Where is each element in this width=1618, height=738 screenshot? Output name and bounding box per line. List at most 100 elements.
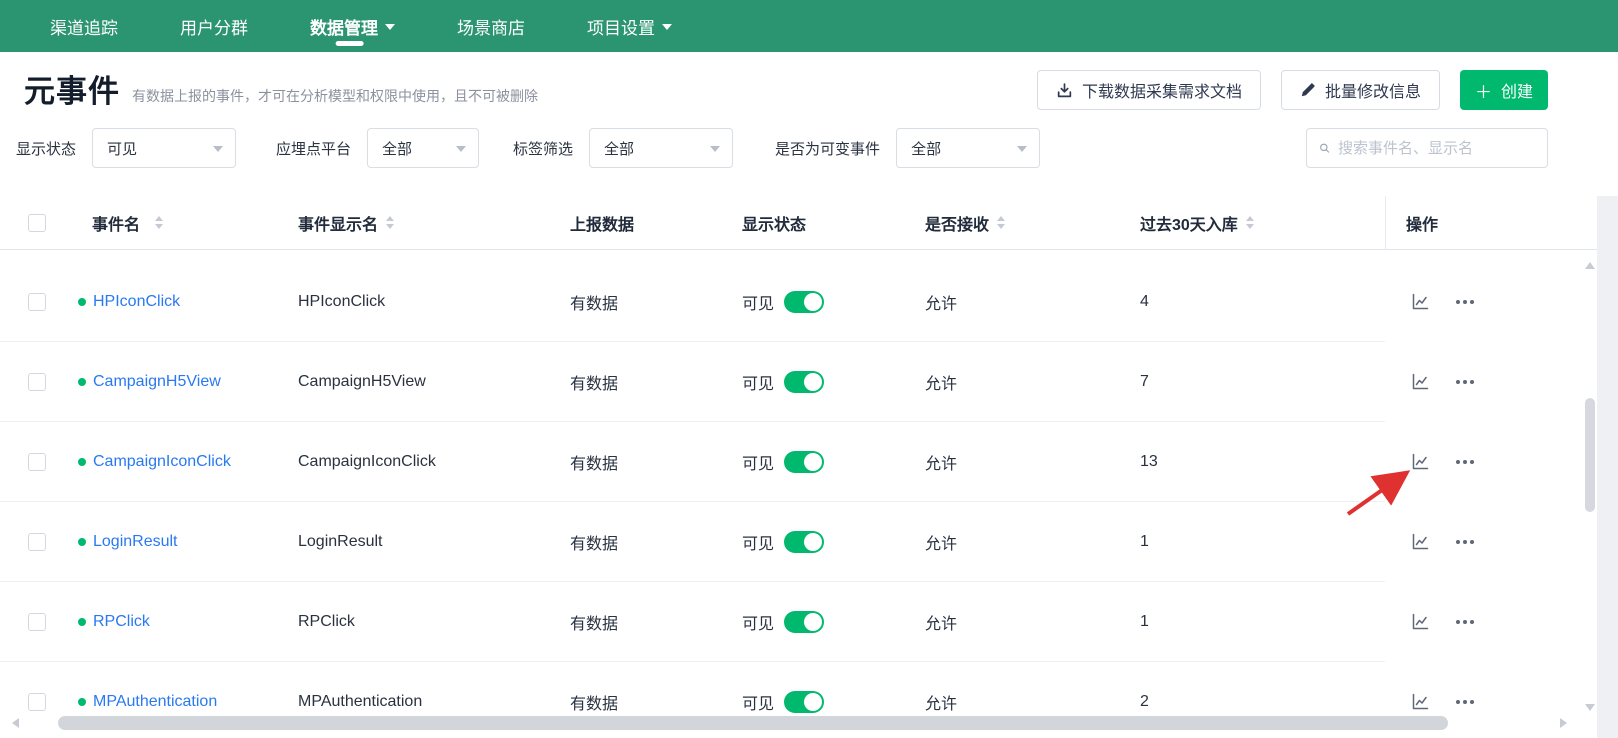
- header-last-30d: 过去30天入库: [1112, 196, 1385, 250]
- page-header: 元事件 有数据上报的事件，才可在分析模型和权限中使用，且不可被删除: [24, 66, 538, 111]
- download-doc-label: 下载数据采集需求文档: [1082, 78, 1242, 102]
- event-status-dot: [78, 298, 86, 306]
- event-name-link[interactable]: RPClick: [93, 613, 150, 631]
- more-actions-button[interactable]: [1454, 538, 1476, 546]
- mutable-event-value: 全部: [911, 138, 941, 159]
- ellipsis-icon: [1456, 540, 1474, 544]
- event-name-link[interactable]: HPIconClick: [93, 293, 180, 311]
- event-name-link[interactable]: CampaignIconClick: [93, 453, 231, 471]
- select-all-checkbox[interactable]: [28, 214, 46, 232]
- search-box: [1306, 128, 1548, 168]
- chart-action-button[interactable]: [1408, 450, 1432, 474]
- platform-select[interactable]: 全部: [367, 128, 479, 168]
- table-row: LoginResult LoginResult 有数据 可见 允许 1: [0, 502, 1597, 582]
- receive-value: 允许: [897, 582, 1112, 662]
- top-nav: 渠道追踪 用户分群 数据管理 场景商店 项目设置: [0, 0, 1618, 52]
- chart-action-button[interactable]: [1408, 530, 1432, 554]
- visibility-toggle[interactable]: [784, 371, 824, 393]
- nav-item-scene-store[interactable]: 场景商店: [457, 0, 525, 52]
- line-chart-icon: [1410, 612, 1430, 632]
- nav-item-user-segments[interactable]: 用户分群: [180, 0, 248, 52]
- sort-control[interactable]: [386, 216, 394, 229]
- row-checkbox[interactable]: [28, 373, 46, 391]
- search-icon: [1319, 140, 1330, 156]
- event-name-link[interactable]: LoginResult: [93, 533, 178, 551]
- scroll-up-arrow[interactable]: [1585, 262, 1595, 269]
- table-row: HPIconClick HPIconClick 有数据 可见 允许 4: [0, 262, 1597, 342]
- events-table: 事件名 事件显示名 上报数据 显示状态 是否接收 过去30天入库 操作: [0, 196, 1597, 738]
- visibility-toggle[interactable]: [784, 611, 824, 633]
- vertical-scrollbar-thumb[interactable]: [1585, 398, 1595, 512]
- visibility-toggle[interactable]: [784, 451, 824, 473]
- row-checkbox[interactable]: [28, 693, 46, 711]
- header-event-name: 事件名: [64, 196, 270, 250]
- scroll-left-arrow[interactable]: [12, 718, 19, 728]
- receive-value: 允许: [897, 502, 1112, 582]
- more-actions-button[interactable]: [1454, 698, 1476, 706]
- display-status-select[interactable]: 可见: [92, 128, 236, 168]
- event-name-link[interactable]: CampaignH5View: [93, 373, 221, 391]
- row-checkbox[interactable]: [28, 613, 46, 631]
- more-actions-button[interactable]: [1454, 618, 1476, 626]
- more-actions-button[interactable]: [1454, 378, 1476, 386]
- batch-edit-label: 批量修改信息: [1325, 78, 1421, 102]
- event-status-dot: [78, 458, 86, 466]
- page-subtitle: 有数据上报的事件，才可在分析模型和权限中使用，且不可被删除: [132, 86, 538, 111]
- event-status-dot: [78, 618, 86, 626]
- horizontal-scrollbar-thumb[interactable]: [58, 716, 1448, 730]
- header-display-name: 事件显示名: [270, 196, 542, 250]
- last-30d-value: 1: [1112, 582, 1385, 662]
- last-30d-value: 13: [1112, 422, 1385, 502]
- report-data-value: 有数据: [542, 262, 714, 342]
- download-doc-button[interactable]: 下载数据采集需求文档: [1037, 70, 1261, 110]
- search-input[interactable]: [1338, 140, 1537, 157]
- sort-control[interactable]: [997, 216, 1005, 229]
- chart-action-button[interactable]: [1408, 370, 1432, 394]
- create-button[interactable]: 创建: [1460, 70, 1548, 110]
- download-icon: [1056, 82, 1073, 99]
- header-checkbox-cell: [0, 196, 64, 250]
- more-actions-button[interactable]: [1454, 458, 1476, 466]
- scroll-right-arrow[interactable]: [1560, 718, 1567, 728]
- batch-edit-button[interactable]: 批量修改信息: [1281, 70, 1440, 110]
- table-header-row: 事件名 事件显示名 上报数据 显示状态 是否接收 过去30天入库 操作: [0, 196, 1597, 250]
- column-label: 事件显示名: [298, 211, 378, 235]
- nav-item-channel-tracking[interactable]: 渠道追踪: [50, 0, 118, 52]
- row-checkbox[interactable]: [28, 533, 46, 551]
- visibility-toggle[interactable]: [784, 291, 824, 313]
- row-checkbox[interactable]: [28, 453, 46, 471]
- mutable-event-select[interactable]: 全部: [896, 128, 1040, 168]
- chevron-down-icon: [1017, 146, 1027, 152]
- ellipsis-icon: [1456, 380, 1474, 384]
- event-status-dot: [78, 538, 86, 546]
- nav-item-label: 渠道追踪: [50, 14, 118, 39]
- display-status-value: 可见: [107, 138, 137, 159]
- table-row: CampaignIconClick CampaignIconClick 有数据 …: [0, 422, 1597, 502]
- sort-control[interactable]: [1246, 216, 1254, 229]
- event-status-dot: [78, 378, 86, 386]
- event-display-name: RPClick: [270, 582, 542, 662]
- row-checkbox[interactable]: [28, 293, 46, 311]
- nav-item-project-settings[interactable]: 项目设置: [587, 0, 672, 52]
- line-chart-icon: [1410, 532, 1430, 552]
- chart-action-button[interactable]: [1408, 690, 1432, 714]
- more-actions-button[interactable]: [1454, 298, 1476, 306]
- report-data-value: 有数据: [542, 342, 714, 422]
- header-actions: 操作: [1385, 196, 1597, 250]
- event-name-link[interactable]: MPAuthentication: [93, 693, 217, 711]
- chart-action-button[interactable]: [1408, 290, 1432, 314]
- platform-value: 全部: [382, 138, 412, 159]
- visibility-toggle[interactable]: [784, 691, 824, 713]
- create-label: 创建: [1501, 78, 1533, 102]
- chart-action-button[interactable]: [1408, 610, 1432, 634]
- nav-item-data-management[interactable]: 数据管理: [310, 0, 395, 52]
- visibility-toggle[interactable]: [784, 531, 824, 553]
- tag-filter-label: 标签筛选: [513, 138, 573, 159]
- column-label: 过去30天入库: [1140, 211, 1238, 235]
- active-tab-indicator: [335, 41, 363, 46]
- sort-control[interactable]: [155, 216, 163, 229]
- event-display-name: LoginResult: [270, 502, 542, 582]
- tag-filter-select[interactable]: 全部: [589, 128, 733, 168]
- scroll-down-arrow[interactable]: [1585, 704, 1595, 711]
- header-display-status: 显示状态: [714, 196, 897, 250]
